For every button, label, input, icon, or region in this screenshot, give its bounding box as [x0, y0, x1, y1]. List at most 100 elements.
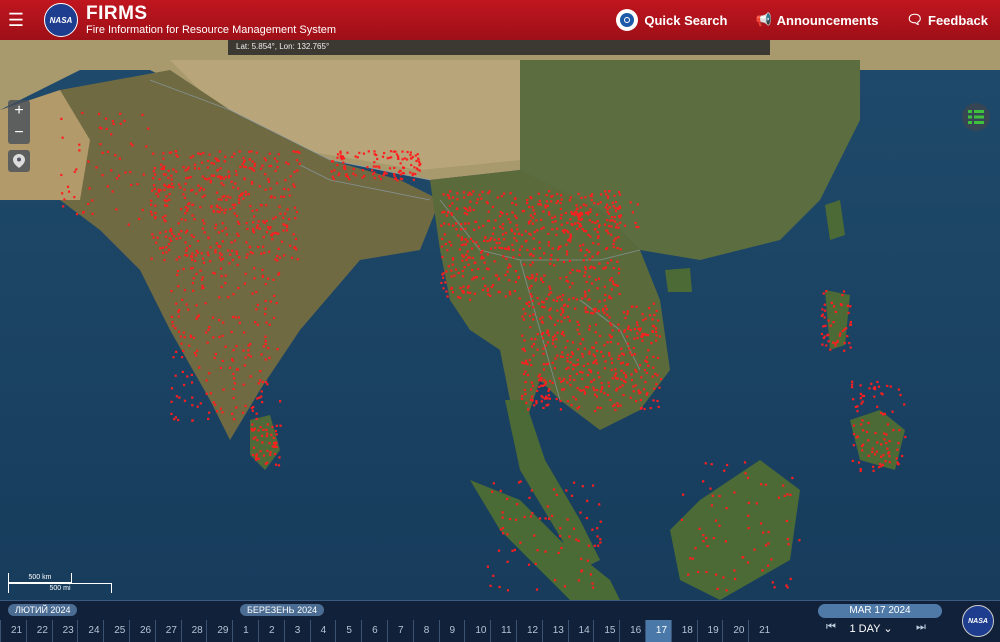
fire-point	[570, 223, 573, 226]
fire-point	[205, 178, 208, 181]
fire-point	[710, 463, 713, 466]
zoom-out-button[interactable]: −	[8, 122, 30, 144]
fire-point	[275, 441, 278, 444]
fire-point	[761, 569, 764, 572]
fire-point	[457, 234, 460, 237]
fire-point	[697, 570, 700, 574]
fire-point	[598, 300, 601, 303]
fire-point	[592, 386, 595, 389]
quick-search-button[interactable]: Quick Search	[616, 9, 727, 31]
timeline-day[interactable]: 29	[206, 620, 232, 642]
timeline-day[interactable]: 12	[515, 620, 542, 642]
timeline-day[interactable]: 1	[232, 620, 258, 642]
fire-point	[876, 380, 879, 384]
timeline-day[interactable]: 18	[670, 620, 697, 642]
step-forward-icon[interactable]: ⏭	[916, 621, 926, 634]
timeline-day[interactable]: 3	[283, 620, 310, 642]
timeline-day[interactable]: 27	[154, 620, 181, 642]
timeline-day[interactable]: 4	[309, 620, 336, 642]
fire-point	[255, 455, 258, 458]
fire-point	[597, 277, 601, 280]
fire-point	[653, 313, 656, 317]
timeline-day[interactable]: 16	[619, 620, 645, 642]
timeline-day[interactable]: 15	[593, 620, 619, 642]
timeline-day[interactable]: 19	[696, 620, 723, 642]
announcements-button[interactable]: 📢 Announcements	[755, 12, 878, 28]
fire-point	[253, 277, 256, 280]
timeline-day[interactable]: 28	[180, 620, 207, 642]
timeline-day[interactable]: 9	[438, 620, 465, 642]
timeline-day[interactable]: 6	[361, 620, 387, 642]
timeline-day[interactable]: 23	[51, 620, 78, 642]
fire-point	[261, 268, 264, 272]
fire-point	[336, 153, 340, 156]
fire-point	[168, 248, 171, 252]
fire-point	[694, 547, 697, 550]
timeline-day[interactable]: 17	[644, 620, 671, 642]
fire-point	[440, 281, 443, 284]
fire-point	[111, 190, 114, 193]
fire-point	[191, 258, 194, 261]
fire-point	[401, 158, 404, 161]
fire-point	[257, 245, 260, 249]
fire-point	[549, 291, 552, 294]
fire-point	[87, 160, 90, 163]
fire-point	[218, 150, 221, 153]
timeline-day[interactable]: 22	[25, 620, 52, 642]
fire-point	[882, 454, 885, 457]
timeline-day[interactable]: 14	[567, 620, 594, 642]
fire-point	[271, 234, 274, 237]
fire-point	[277, 273, 280, 276]
hamburger-icon[interactable]: ☰	[0, 0, 32, 40]
timeline-day[interactable]: 13	[541, 620, 568, 642]
zoom-in-button[interactable]: +	[8, 100, 30, 122]
fire-point	[528, 287, 531, 290]
fire-point	[787, 543, 790, 546]
fire-point	[388, 156, 391, 159]
nasa-logo-corner[interactable]: NASA	[962, 605, 994, 637]
fire-point	[602, 308, 605, 311]
fire-point	[607, 224, 611, 228]
fire-point	[872, 465, 875, 468]
fire-point	[786, 538, 789, 541]
fire-point	[187, 166, 190, 169]
timeline-day[interactable]: 2	[257, 620, 284, 642]
timeline-day[interactable]: 5	[335, 620, 361, 642]
fire-point	[822, 292, 825, 295]
timeline-day[interactable]: 24	[77, 620, 103, 642]
fire-point	[486, 289, 489, 292]
fire-point	[609, 322, 612, 325]
fire-point	[594, 307, 597, 310]
current-date[interactable]: MAR 17 2024	[818, 604, 942, 618]
timeline-day[interactable]: 25	[103, 620, 129, 642]
location-pin-button[interactable]	[8, 150, 30, 172]
timeline-day[interactable]: 26	[128, 620, 155, 642]
layers-button[interactable]	[962, 103, 990, 131]
fire-point	[274, 452, 277, 456]
fire-point	[531, 384, 535, 387]
timeline-day[interactable]: 21	[748, 620, 774, 642]
fire-point	[596, 220, 599, 223]
feedback-button[interactable]: 🗨 Feedback	[907, 12, 989, 28]
fire-point	[222, 177, 225, 180]
fire-map[interactable]: + − 500 km 500 mi ⚙	[0, 40, 1000, 600]
fire-point	[547, 244, 550, 247]
fire-point	[409, 171, 412, 174]
timeline-day[interactable]: 7	[386, 620, 413, 642]
timeline-day[interactable]: 20	[722, 620, 748, 642]
fire-point	[489, 247, 493, 250]
fire-point	[162, 152, 165, 155]
fire-point	[163, 219, 166, 222]
fire-point	[538, 517, 542, 520]
nasa-logo[interactable]: NASA	[44, 3, 78, 37]
fire-point	[545, 395, 548, 398]
fire-point	[264, 462, 267, 465]
timeline-day[interactable]: 8	[412, 620, 439, 642]
fire-point	[169, 228, 172, 231]
fire-point	[539, 377, 542, 380]
range-select[interactable]: 1 DAY ⌄	[826, 622, 916, 635]
timeline-day[interactable]: 10	[464, 620, 490, 642]
timeline-day[interactable]: 11	[490, 620, 516, 642]
timeline-day[interactable]: 21	[0, 620, 26, 642]
fire-point	[571, 341, 575, 344]
